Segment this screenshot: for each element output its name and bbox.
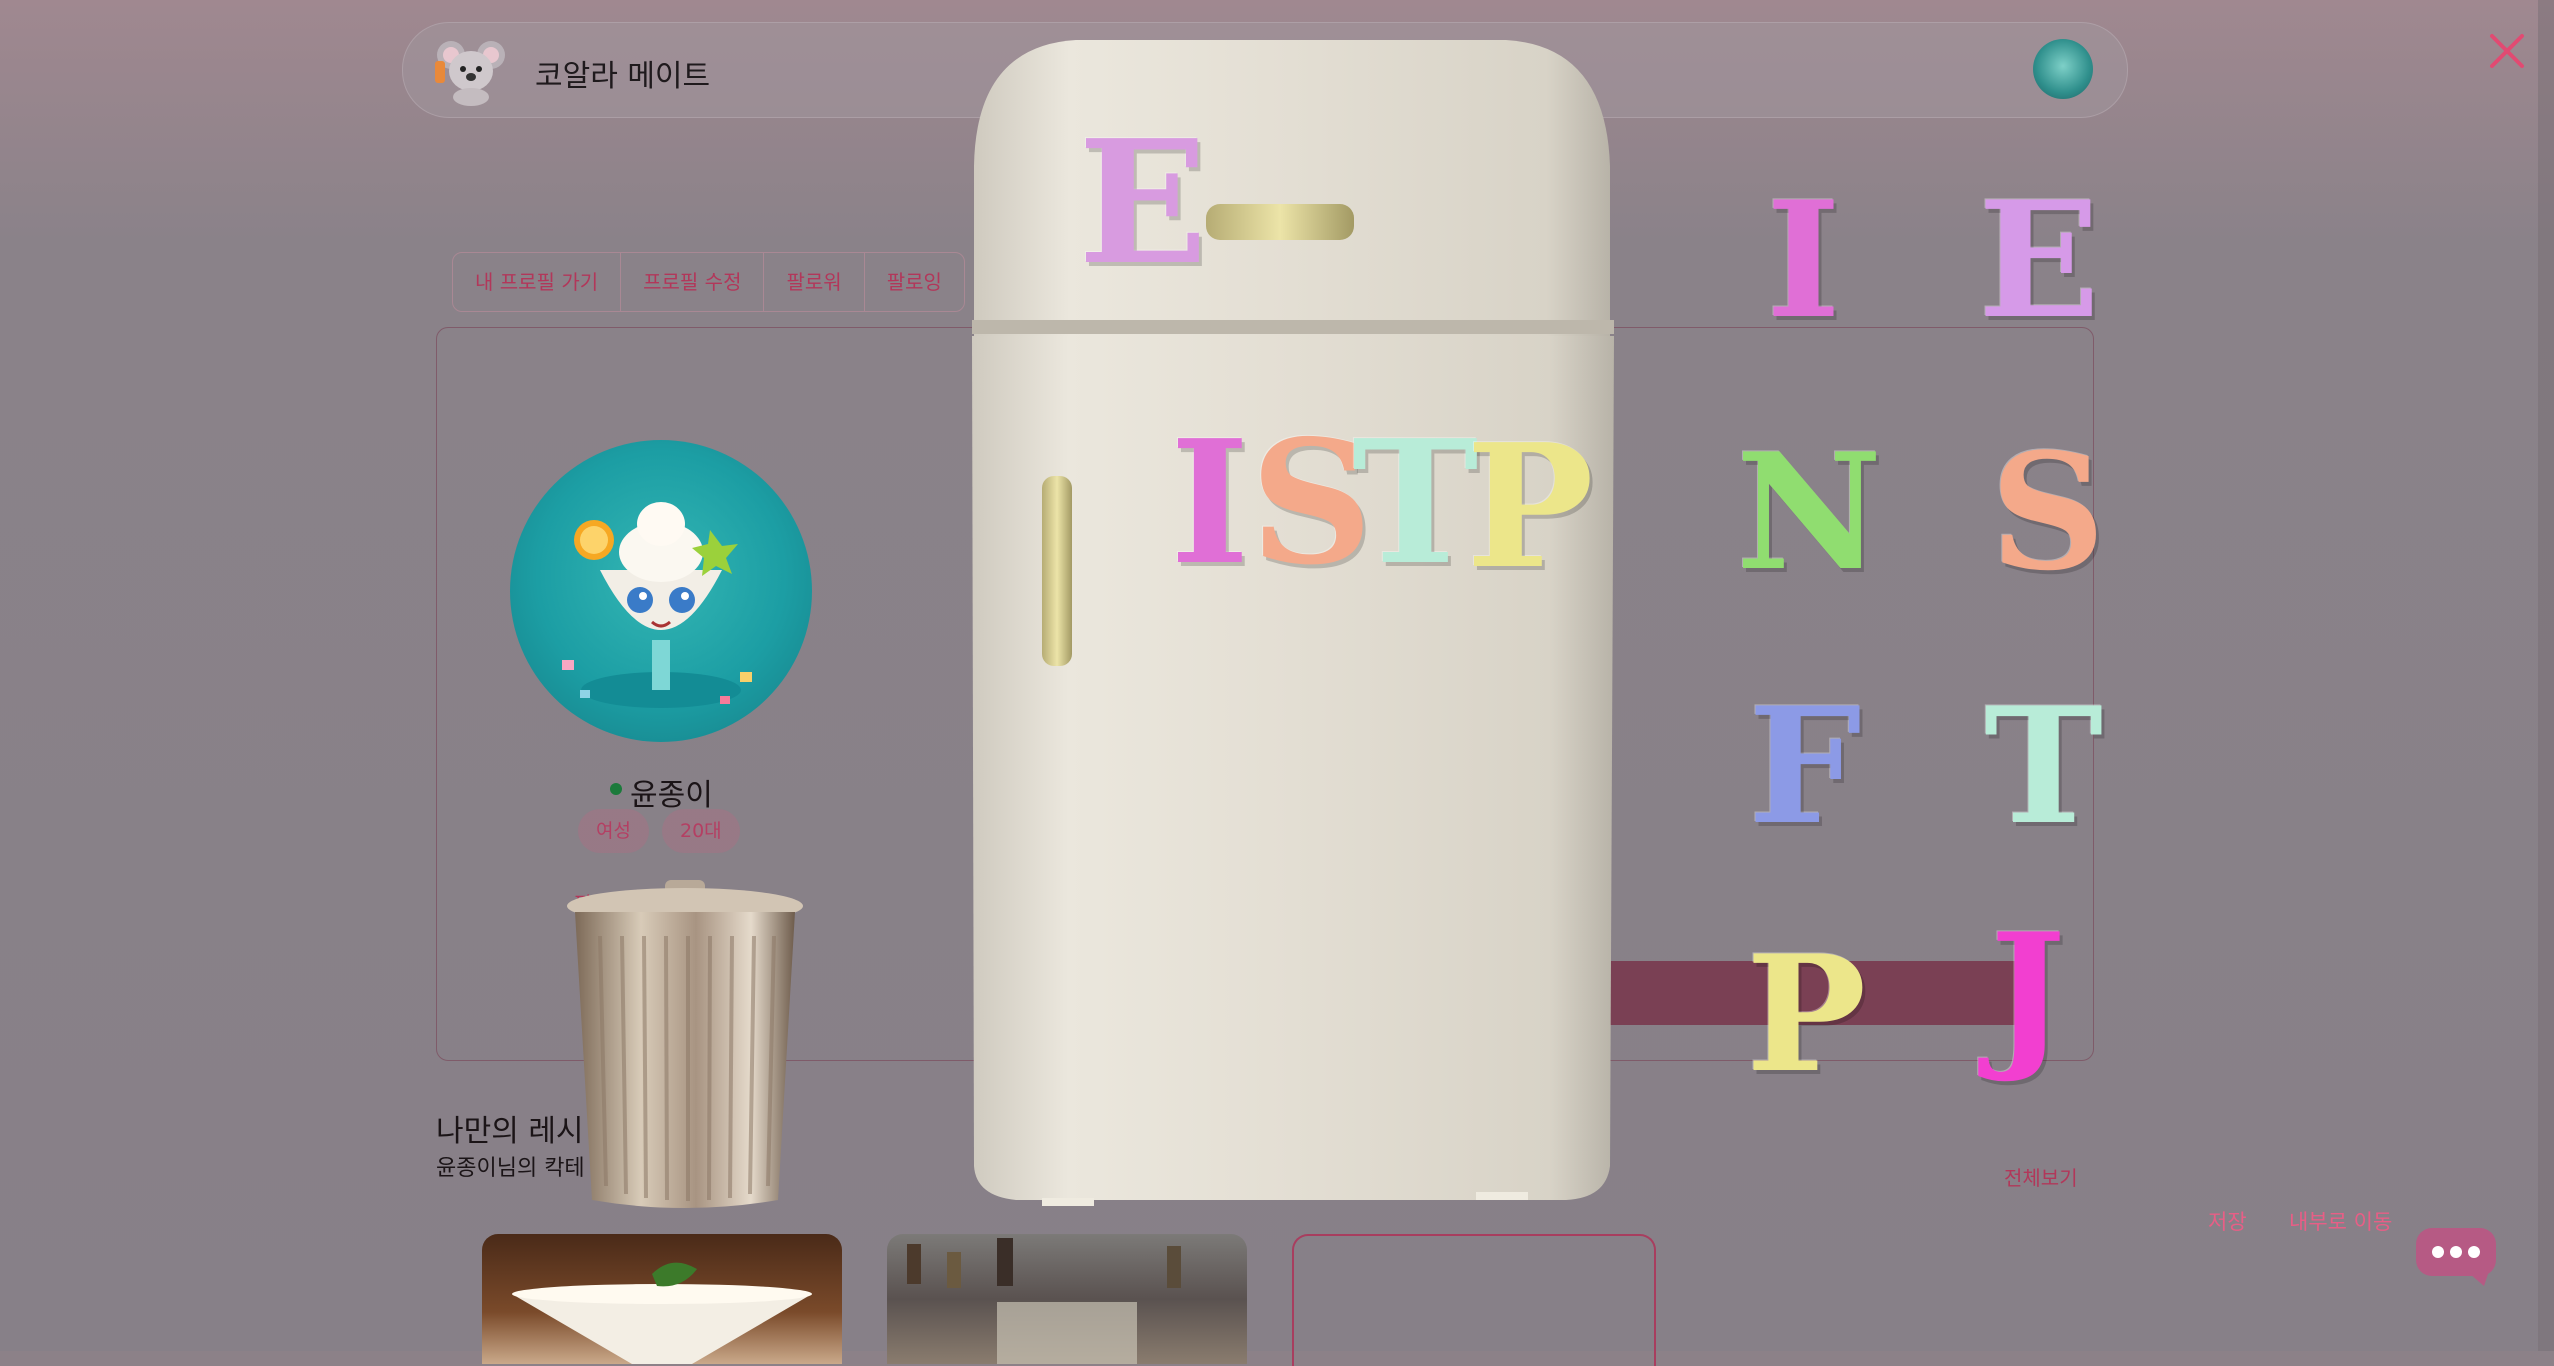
view-all-link[interactable]: 전체보기	[2004, 1162, 2078, 1191]
online-status-indicator	[610, 783, 622, 795]
profile-username: 윤종이	[630, 778, 713, 813]
koala-logo-icon[interactable]	[431, 33, 511, 107]
refrigerator-image	[972, 40, 1614, 1206]
mbti-letter-i[interactable]: I	[1766, 180, 1841, 340]
move-inside-button[interactable]: 내부로 이동	[2289, 1206, 2392, 1236]
profile-avatar	[510, 440, 812, 742]
tab-followers[interactable]: 팔로워	[764, 253, 865, 311]
recipe-card-empty[interactable]	[1292, 1234, 1656, 1366]
close-icon[interactable]	[2484, 28, 2530, 74]
recipe-card[interactable]	[482, 1234, 842, 1364]
cocktail-character-image	[562, 502, 752, 708]
mbti-letter-j[interactable]: J	[1990, 912, 2066, 1072]
cocktail-photo	[512, 1262, 812, 1364]
save-button[interactable]: 저장	[2208, 1206, 2247, 1236]
trash-can-icon[interactable]	[560, 876, 810, 1216]
tab-edit-profile[interactable]: 프로필 수정	[621, 253, 765, 311]
profile-tabs: 내 프로필 가기 프로필 수정 팔로워 팔로잉	[452, 252, 965, 312]
tab-my-profile[interactable]: 내 프로필 가기	[453, 253, 622, 311]
tab-following[interactable]: 팔로잉	[865, 253, 964, 311]
mbti-letter-s[interactable]: S	[1990, 432, 2106, 592]
user-avatar[interactable]	[2033, 39, 2093, 99]
fridge-magnet-p[interactable]: P	[1466, 422, 1594, 592]
app-title: 코알라 메이트	[535, 59, 711, 94]
fridge-magnet-i[interactable]: I	[1170, 418, 1250, 588]
mbti-letter-p[interactable]: P	[1746, 934, 1866, 1094]
fridge-magnet-t[interactable]: T	[1352, 418, 1479, 588]
gender-tag: 여성	[578, 809, 649, 853]
mbti-letter-t[interactable]: T	[1984, 686, 2103, 846]
chat-bubble-icon[interactable]	[2414, 1226, 2498, 1288]
mbti-letter-e[interactable]: E	[1978, 180, 2100, 340]
mbti-letter-n[interactable]: N	[1736, 432, 1882, 592]
page-scrollbar[interactable]	[2538, 0, 2554, 1351]
age-tag: 20대	[662, 809, 740, 853]
bar-photo	[907, 1238, 1181, 1364]
fridge-magnet-e[interactable]: E	[1078, 118, 1208, 288]
mbti-letter-f[interactable]: F	[1748, 686, 1862, 846]
recipe-card[interactable]	[887, 1234, 1247, 1364]
